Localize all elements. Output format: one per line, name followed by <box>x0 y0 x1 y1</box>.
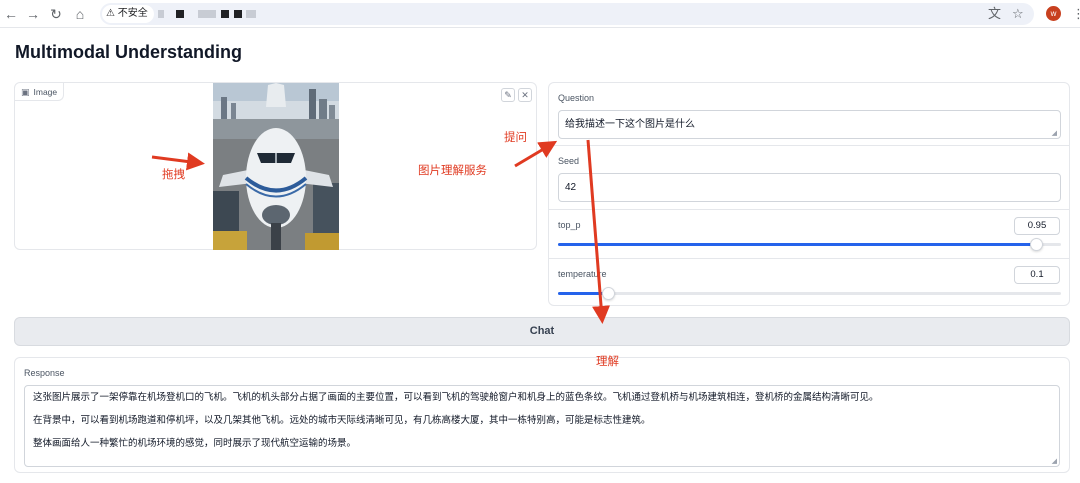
ask-arrow <box>514 140 558 168</box>
annotation-arrows <box>151 139 611 324</box>
annotation-ask: 提问 <box>504 132 527 144</box>
understand-arrow <box>586 139 611 324</box>
annotation-service: 图片理解服务 <box>418 165 487 177</box>
annotation-drag: 拖拽 <box>162 169 185 181</box>
drag-arrow <box>151 152 205 171</box>
annotation-understand: 理解 <box>596 356 619 368</box>
